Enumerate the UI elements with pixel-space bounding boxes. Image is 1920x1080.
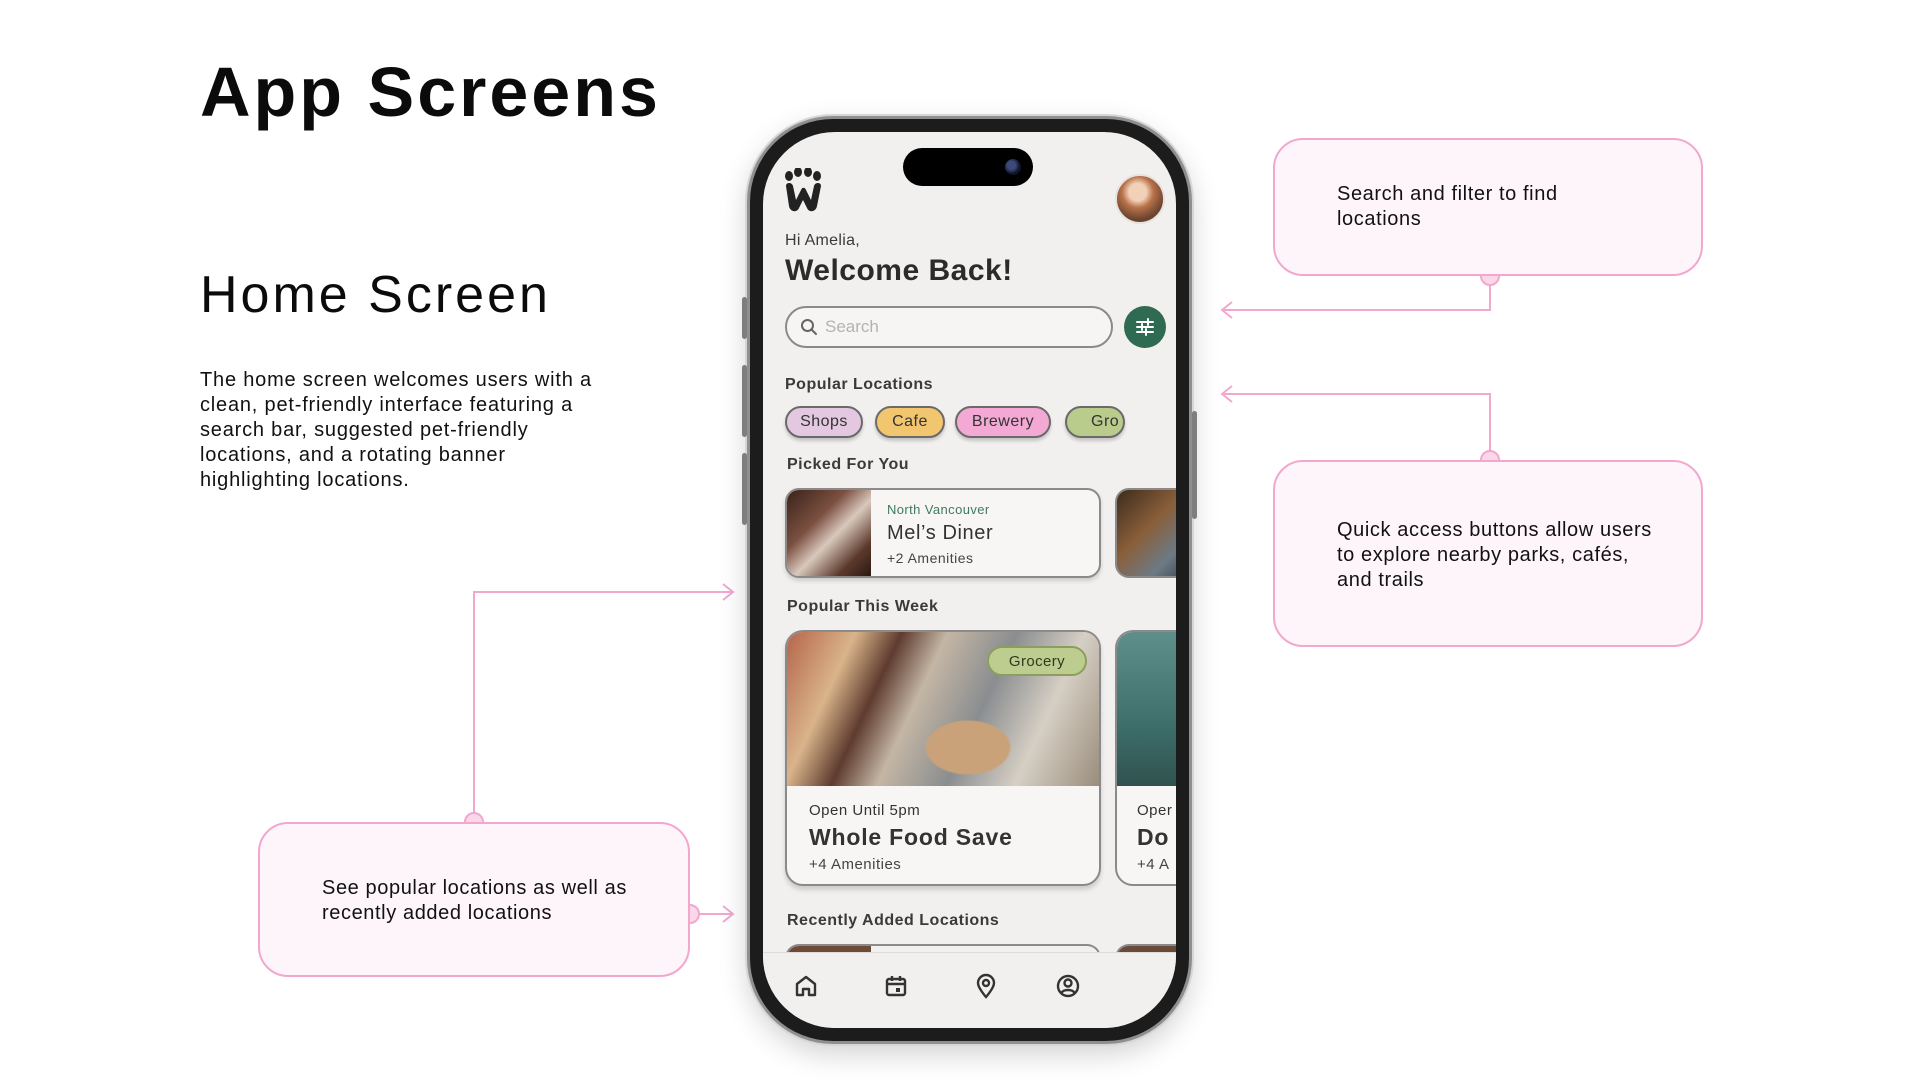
front-camera — [1005, 159, 1021, 175]
phone-side-button — [742, 297, 747, 339]
callout-quick-access: Quick access buttons allow users to expl… — [1273, 460, 1703, 647]
page-title: App Screens — [200, 53, 661, 131]
phone-volume-down — [742, 453, 747, 525]
popular-location-name: Whole Food Save — [809, 824, 1013, 850]
popular-this-week-label: Popular This Week — [787, 598, 939, 615]
popular-location-card[interactable]: Grocery Open Until 5pm Whole Food Save +… — [785, 630, 1101, 886]
home-icon[interactable] — [791, 971, 821, 1001]
picked-for-you-label: Picked For You — [787, 456, 909, 473]
search-bar[interactable] — [785, 306, 1113, 348]
profile-icon[interactable] — [1053, 971, 1083, 1001]
picked-location-card[interactable]: North Vancouver Mel’s Diner +2 Amenities — [785, 488, 1101, 578]
callout-search: Search and filter to find locations — [1273, 138, 1703, 276]
app-screen: Hi Amelia, Welcome Back! Popular Locatio… — [763, 132, 1176, 1028]
user-avatar[interactable] — [1115, 174, 1165, 224]
section-title: Home Screen — [200, 266, 551, 324]
popular-location-tag: Grocery — [987, 646, 1087, 676]
popular-location-amenities-next: +4 A — [1137, 856, 1170, 873]
dynamic-island — [903, 148, 1033, 186]
popular-location-hours: Open Until 5pm — [809, 802, 921, 819]
popular-location-amenities: +4 Amenities — [809, 856, 902, 873]
bottom-tab-bar — [763, 952, 1176, 1028]
search-icon — [801, 319, 817, 335]
category-chip-brewery[interactable]: Brewery — [955, 406, 1051, 438]
picked-location-card-next[interactable] — [1115, 488, 1176, 578]
popular-locations-label: Popular Locations — [785, 376, 934, 393]
paw-logo-icon — [785, 168, 821, 212]
callout-popular-text: See popular locations as well as recentl… — [322, 877, 627, 924]
phone-power-button — [1192, 411, 1197, 519]
welcome-heading: Welcome Back! — [785, 254, 1013, 287]
picked-location-amenities: +2 Amenities — [887, 550, 974, 566]
picked-location-image — [787, 490, 871, 576]
picked-location-area: North Vancouver — [887, 502, 990, 517]
calendar-icon[interactable] — [881, 971, 911, 1001]
map-pin-icon[interactable] — [971, 971, 1001, 1001]
filter-sliders-icon — [1136, 318, 1154, 336]
category-chip-cafe[interactable]: Cafe — [875, 406, 945, 438]
callout-quick-access-text: Quick access buttons allow users to expl… — [1337, 519, 1652, 591]
popular-location-image-next — [1117, 632, 1176, 786]
phone-mockup: Hi Amelia, Welcome Back! Popular Locatio… — [742, 116, 1197, 1044]
popular-location-hours-next: Oper — [1137, 802, 1173, 819]
category-chip-row: Shops Cafe Brewery Gro — [763, 402, 1176, 442]
filter-button[interactable] — [1124, 306, 1166, 348]
popular-location-name-next: Do — [1137, 824, 1170, 850]
search-input[interactable] — [825, 314, 1095, 340]
recently-added-label: Recently Added Locations — [787, 912, 1000, 929]
callout-popular: See popular locations as well as recentl… — [258, 822, 690, 977]
phone-volume-up — [742, 365, 747, 437]
category-chip-shops[interactable]: Shops — [785, 406, 863, 438]
category-chip-gro[interactable]: Gro — [1065, 406, 1125, 438]
section-description: The home screen welcomes users with a cl… — [200, 369, 592, 491]
callout-search-text: Search and filter to find locations — [1337, 183, 1558, 230]
popular-location-card-next[interactable]: Oper Do +4 A — [1115, 630, 1176, 886]
picked-location-name: Mel’s Diner — [887, 522, 994, 544]
greeting-text: Hi Amelia, — [785, 232, 861, 249]
